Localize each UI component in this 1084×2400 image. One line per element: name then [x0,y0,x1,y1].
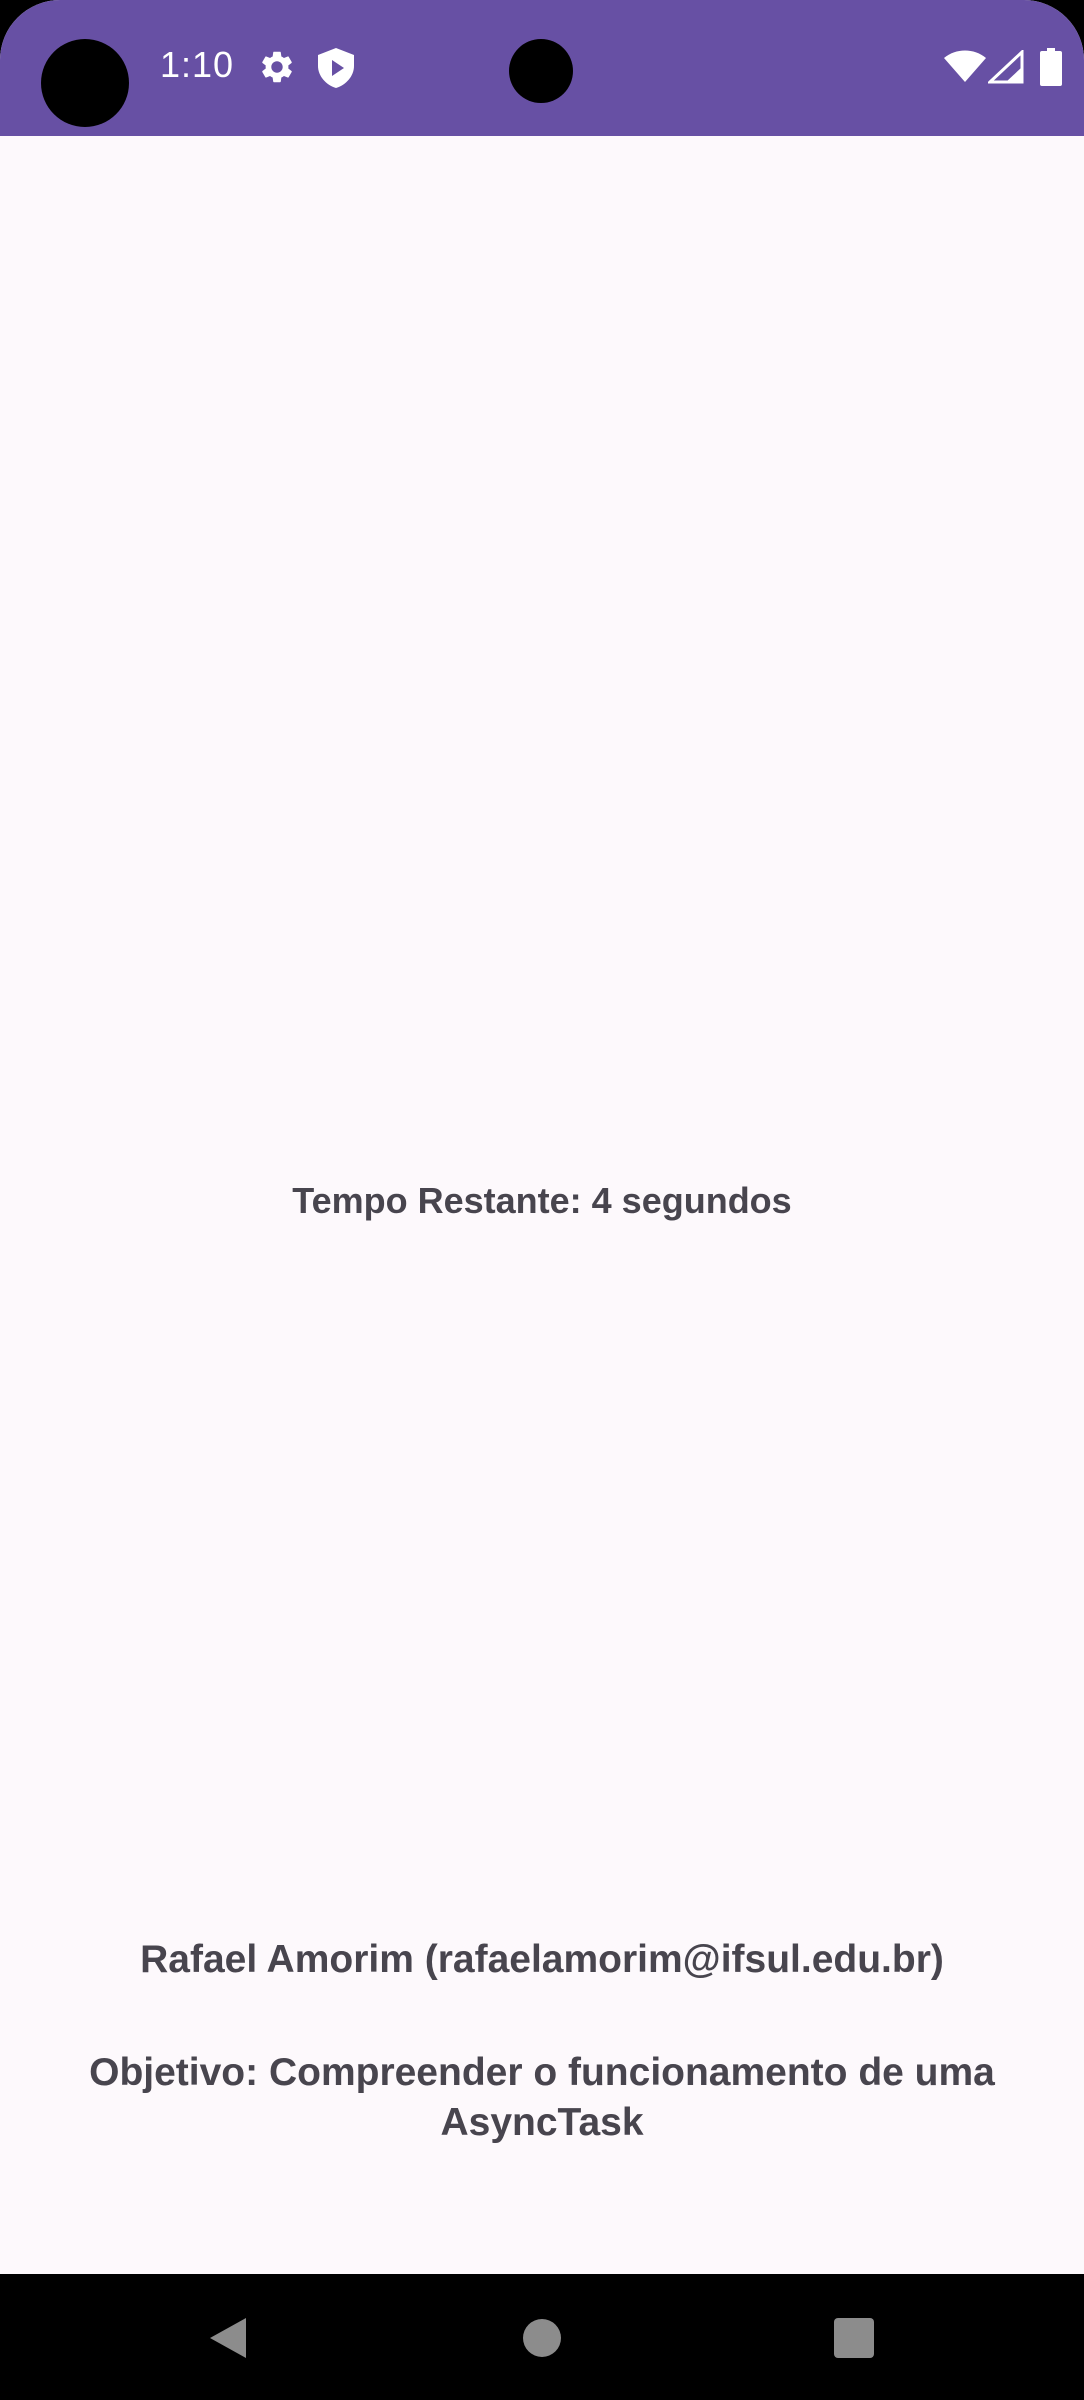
shield-icon [318,48,354,88]
wifi-icon [944,50,986,82]
battery-icon [1040,48,1062,86]
app-screen: 1:10 Tempo Restante: 4 segundos Rafael A… [0,0,1084,2274]
device-frame: 1:10 Tempo Restante: 4 segundos Rafael A… [0,0,1084,2400]
timer-label: Tempo Restante: 4 segundos [292,1180,792,1221]
camera-cutout-left [41,39,129,127]
author-label: Rafael Amorim (rafaelamorim@ifsul.edu.br… [140,1938,944,1981]
status-bar: 1:10 [0,0,1084,136]
status-time: 1:10 [160,44,235,85]
back-icon[interactable] [206,2316,250,2360]
recents-icon[interactable] [832,2316,876,2360]
settings-icon [258,48,296,86]
home-icon[interactable] [520,2316,564,2360]
signal-icon [986,48,1024,84]
camera-cutout-center [509,39,573,103]
objective-label: Objetivo: Compreender o funcionamento de… [89,2051,995,2144]
main-content: Tempo Restante: 4 segundos Rafael Amorim… [0,136,1084,2274]
